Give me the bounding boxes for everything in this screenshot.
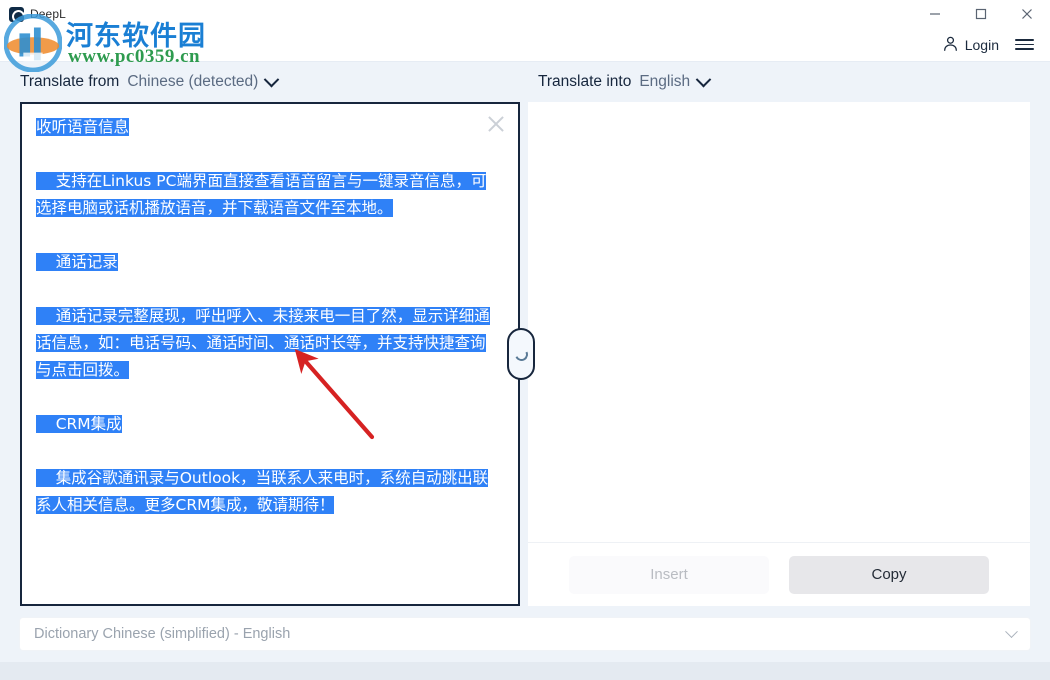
source-paragraph: 收听语音信息 [36,114,496,141]
source-textarea[interactable]: 收听语音信息 支持在Linkus PC端界面直接查看语音留言与一键录音信息，可选… [22,104,518,529]
source-paragraph [36,384,496,411]
selected-text: 集成谷歌通讯录与Outlook，当联系人来电时，系统自动跳出联系人相关信息。更多… [36,469,489,514]
source-paragraph [36,276,496,303]
translation-panels: 收听语音信息 支持在Linkus PC端界面直接查看语音留言与一键录音信息，可选… [0,102,1050,606]
close-button[interactable] [1004,0,1050,28]
chevron-down-icon [264,71,280,87]
hamburger-line [1015,43,1034,46]
selected-text: 通话记录完整展现，呼出呼入、未接来电一目了然，显示详细通话信息，如：电话号码、通… [36,307,490,379]
selected-text: 通话记录 [36,253,118,271]
target-language-selector[interactable]: Translate into English [538,71,712,91]
translation-status-indicator [507,328,535,380]
title-bar-left: DeepL [0,6,66,22]
target-panel: Insert Copy [528,102,1030,606]
source-language-value: Chinese (detected) [127,73,259,90]
dictionary-bar-wrap: Dictionary Chinese (simplified) - Englis… [0,606,1050,662]
copy-button[interactable]: Copy [789,555,989,594]
selected-text: CRM集成 [36,415,122,433]
source-language-prefix: Translate from [20,73,120,90]
source-paragraph: 通话记录 [36,249,496,276]
window-controls [912,0,1050,28]
dictionary-selector[interactable]: Dictionary Chinese (simplified) - Englis… [20,618,1030,650]
source-paragraph: 支持在Linkus PC端界面直接查看语音留言与一键录音信息，可选择电脑或话机播… [36,168,496,222]
hamburger-menu-icon[interactable] [1013,35,1036,54]
source-language-wrap: Translate from Chinese (detected) [20,71,530,91]
source-language-selector[interactable]: Translate from Chinese (detected) [20,71,530,91]
maximize-button[interactable] [958,0,1004,28]
deepl-icon [9,6,24,22]
source-paragraph [36,141,496,168]
app-title: DeepL [30,7,66,21]
hamburger-line [1015,39,1034,41]
source-paragraph: 通话记录完整展现，呼出呼入、未接来电一目了然，显示详细通话信息，如：电话号码、通… [36,303,496,384]
selected-text: 收听语音信息 [36,118,130,136]
bottom-strip [0,662,1050,680]
target-language-prefix: Translate into [538,73,632,90]
insert-button[interactable]: Insert [569,555,769,594]
header-bar: Login [0,28,1050,62]
login-label: Login [964,36,999,53]
source-paragraph [36,438,496,465]
source-panel[interactable]: 收听语音信息 支持在Linkus PC端界面直接查看语音留言与一键录音信息，可选… [20,102,520,606]
clear-source-icon[interactable] [486,114,506,134]
hamburger-line [1015,48,1034,50]
target-language-value: English [639,73,691,90]
source-paragraph: 集成谷歌通讯录与Outlook，当联系人来电时，系统自动跳出联系人相关信息。更多… [36,465,496,519]
target-actions: Insert Copy [528,542,1030,606]
deepl-app-window: DeepL Login Translate from Chinese (dete… [0,0,1050,680]
source-paragraph [36,222,496,249]
source-paragraph: CRM集成 [36,411,496,438]
target-textarea[interactable] [528,102,1030,542]
dictionary-label: Dictionary Chinese (simplified) - Englis… [34,626,291,642]
loading-spinner-icon [512,345,530,363]
selected-text: 支持在Linkus PC端界面直接查看语音留言与一键录音信息，可选择电脑或话机播… [36,172,487,217]
login-button[interactable]: Login [942,35,999,55]
person-icon [942,35,959,55]
title-bar: DeepL [0,0,1050,28]
chevron-down-icon [695,71,712,87]
minimize-button[interactable] [912,0,958,28]
chevron-down-icon [1005,624,1018,638]
target-language-wrap: Translate into English [530,71,1050,91]
language-selector-row: Translate from Chinese (detected) Transl… [0,62,1050,102]
